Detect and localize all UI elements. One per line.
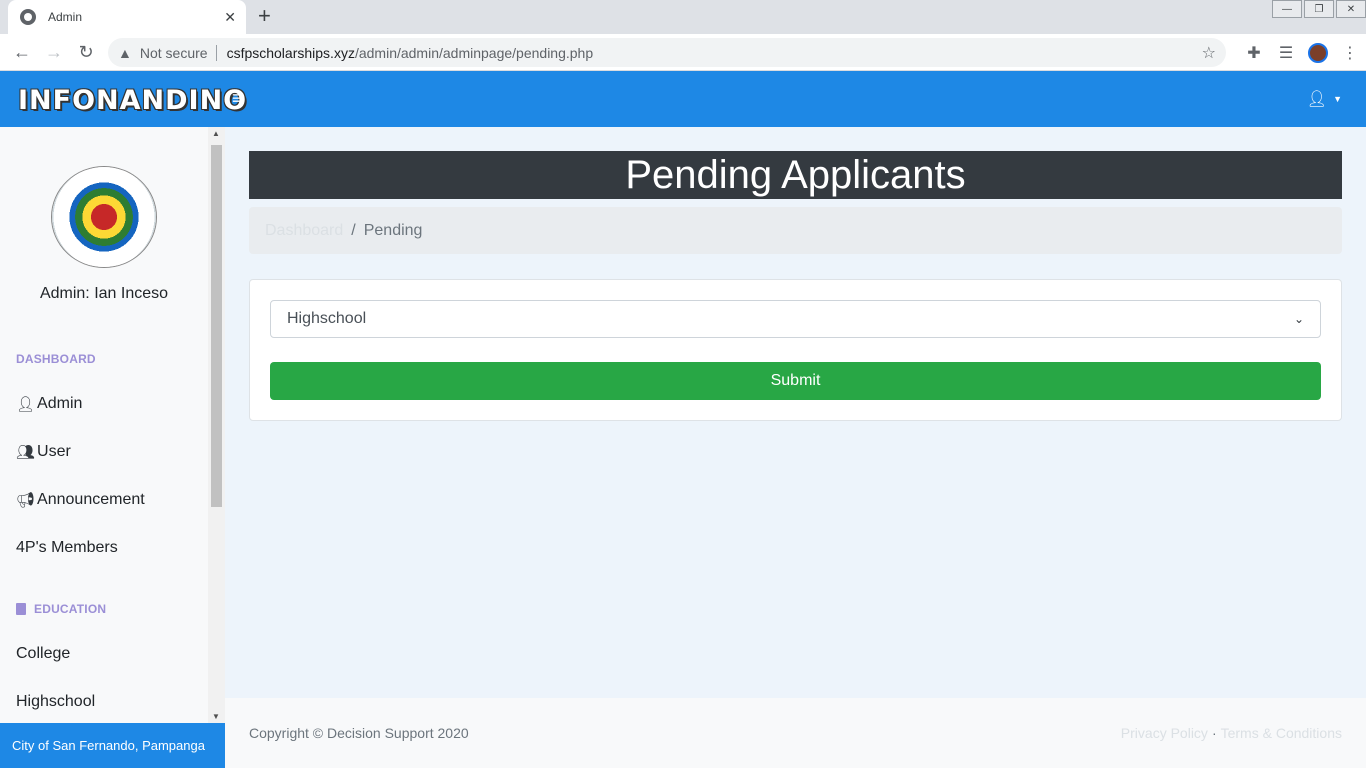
sidebar: Admin: Ian Inceso DASHBOARD 👤︎ Admin 👥︎ … — [0, 127, 225, 768]
city-seal-logo — [52, 167, 156, 267]
url-text: csfpscholarships.xyz/admin/admin/adminpa… — [227, 45, 594, 61]
sidebar-item-label: 4P's Members — [16, 539, 118, 556]
sidebar-item-label: User — [37, 443, 71, 460]
hamburger-menu-icon[interactable]: ≡ — [232, 88, 243, 109]
scroll-up-arrow-icon[interactable]: ▲ — [212, 129, 220, 138]
sidebar-scrollbar[interactable]: ▲ ▼ — [208, 127, 225, 723]
sidebar-item-highschool[interactable]: Highschool — [16, 693, 95, 711]
security-label: Not secure — [139, 44, 208, 61]
megaphone-icon: 📢︎ — [16, 492, 36, 509]
url-path: /admin/admin/adminpage/pending.php — [354, 44, 594, 61]
sidebar-footer: City of San Fernando, Pampanga — [0, 723, 225, 768]
filter-card: Highschool ⌄ Submit — [249, 279, 1342, 421]
sidebar-item-label: Admin — [37, 395, 83, 412]
page-title: Pending Applicants — [249, 151, 1342, 199]
browser-toolbar: ← → ↻ ▲ Not secure csfpscholarships.xyz/… — [0, 34, 1366, 71]
warning-icon: ▲ — [118, 44, 132, 61]
page-footer: Copyright © Decision Support 2020 Privac… — [225, 698, 1366, 768]
chevron-down-icon: ⌄ — [1293, 312, 1304, 326]
caret-down-icon: ▼ — [1333, 94, 1342, 104]
terms-conditions-link[interactable]: Terms & Conditions — [1221, 725, 1342, 741]
breadcrumb: Dashboard / Pending — [249, 207, 1342, 254]
window-controls: — ❐ ✕ — [1270, 0, 1366, 18]
book-icon — [16, 603, 26, 615]
bookmark-star-icon[interactable]: ☆ — [1202, 43, 1216, 63]
sidebar-item-user[interactable]: 👥︎ User — [16, 443, 71, 461]
scroll-down-arrow-icon[interactable]: ▼ — [212, 712, 220, 721]
admin-name: Admin: Ian Inceso — [39, 285, 169, 302]
copyright-text: Copyright © Decision Support 2020 — [249, 725, 469, 741]
profile-avatar[interactable] — [1308, 42, 1328, 63]
minimize-icon[interactable]: — — [1272, 0, 1302, 18]
back-icon[interactable]: ← — [6, 42, 38, 63]
sidebar-item-4ps-members[interactable]: 4P's Members — [16, 539, 118, 557]
users-icon: 👥︎ — [16, 444, 36, 461]
new-tab-button[interactable]: + — [258, 4, 271, 28]
puzzle-icon[interactable]: ✚ — [1238, 43, 1270, 63]
dashboard-heading-label: DASHBOARD — [16, 352, 96, 366]
divider — [215, 44, 217, 61]
extensions-area: ✚ ☰ ⋮ — [1238, 34, 1366, 71]
sidebar-item-admin[interactable]: 👤︎ Admin — [16, 395, 82, 413]
education-heading-label: EDUCATION — [34, 602, 107, 616]
browser-tab-strip: Admin ✕ + — ❐ ✕ — [0, 0, 1366, 34]
brand-logo[interactable]: INFONANDINO — [18, 85, 247, 116]
sidebar-item-label: Highschool — [16, 693, 96, 710]
restore-icon[interactable]: ❐ — [1304, 0, 1334, 18]
sidebar-item-label: College — [16, 645, 71, 662]
reload-icon[interactable]: ↻ — [70, 42, 102, 63]
tab-close-icon[interactable]: ✕ — [224, 9, 236, 26]
breadcrumb-current: Pending — [363, 221, 423, 239]
privacy-policy-link[interactable]: Privacy Policy — [1121, 725, 1208, 741]
sidebar-item-announcement[interactable]: 📢︎ Announcement — [16, 491, 145, 509]
tab-title: Admin — [48, 10, 83, 24]
user-icon: 👤︎ — [1306, 91, 1328, 108]
breadcrumb-divider: / — [351, 221, 356, 239]
close-window-icon[interactable]: ✕ — [1336, 0, 1366, 18]
sidebar-scroll-area: Admin: Ian Inceso DASHBOARD 👤︎ Admin 👥︎ … — [0, 127, 208, 723]
submit-button[interactable]: Submit — [270, 362, 1321, 400]
education-heading: EDUCATION — [16, 602, 106, 616]
sidebar-item-college[interactable]: College — [16, 645, 70, 663]
breadcrumb-dashboard-link[interactable]: Dashboard — [265, 222, 343, 240]
url-host: csfpscholarships.xyz — [226, 44, 355, 61]
app-navbar: INFONANDINO ≡ 👤︎ ▼ — [0, 71, 1366, 127]
user-icon: 👤︎ — [16, 396, 36, 413]
main-content: Pending Applicants Dashboard / Pending H… — [225, 127, 1366, 698]
kebab-menu-icon[interactable]: ⋮ — [1334, 43, 1366, 63]
forward-icon[interactable]: → — [38, 42, 70, 63]
media-queue-icon[interactable]: ☰ — [1270, 43, 1302, 63]
sidebar-item-label: Announcement — [37, 491, 145, 508]
scrollbar-thumb[interactable] — [211, 145, 222, 507]
user-menu-dropdown[interactable]: 👤︎ ▼ — [1307, 89, 1342, 109]
dashboard-heading: DASHBOARD — [16, 352, 96, 366]
footer-links: Privacy Policy · Terms & Conditions — [1121, 725, 1342, 741]
globe-icon — [20, 9, 36, 25]
footer-dot-separator: · — [1211, 725, 1217, 741]
browser-tab[interactable]: Admin ✕ — [8, 0, 246, 34]
education-level-select[interactable]: Highschool ⌄ — [270, 300, 1321, 338]
select-value: Highschool — [287, 310, 367, 327]
address-bar[interactable]: ▲ Not secure csfpscholarships.xyz/admin/… — [108, 38, 1226, 67]
